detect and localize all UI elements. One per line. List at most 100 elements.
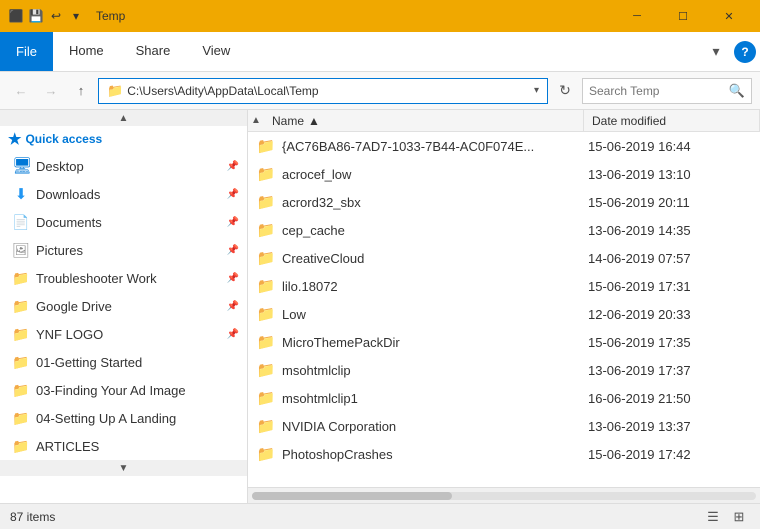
minimize-button[interactable]: ─ — [614, 0, 660, 32]
content-header: ▲ Name ▲ Date modified — [248, 110, 760, 132]
up-button[interactable]: ↑ — [68, 78, 94, 104]
file-icon: 📁 — [256, 389, 276, 407]
tab-home[interactable]: Home — [53, 32, 120, 71]
large-icons-view-button[interactable]: ⊞ — [728, 506, 750, 528]
pin-icon: 📌 — [227, 245, 239, 256]
undo-icon[interactable]: ↩ — [48, 8, 64, 24]
sidebar-item-icon: 📁 — [12, 410, 30, 427]
sidebar-item-label: YNF LOGO — [36, 327, 221, 342]
sidebar-item-label: ARTICLES — [36, 439, 239, 454]
file-date: 15-06-2019 20:11 — [588, 195, 760, 210]
save-icon[interactable]: 💾 — [28, 8, 44, 24]
titlebar-icons: ⬛ 💾 ↩ ▾ — [8, 8, 84, 24]
sidebar-item-label: 04-Setting Up A Landing — [36, 411, 239, 426]
sidebar-item-label: Documents — [36, 215, 221, 230]
help-button[interactable]: ? — [734, 41, 756, 63]
table-row[interactable]: 📁 cep_cache 13-06-2019 14:35 — [248, 216, 760, 244]
quick-access-label: Quick access — [25, 132, 102, 146]
search-input[interactable] — [589, 84, 725, 98]
column-name-header[interactable]: Name ▲ — [264, 110, 584, 131]
horizontal-scrollbar[interactable] — [248, 487, 760, 503]
sidebar-item[interactable]: 📁 04-Setting Up A Landing — [0, 404, 247, 432]
file-icon: 📁 — [256, 137, 276, 155]
file-menu-button[interactable]: File — [0, 32, 53, 71]
table-row[interactable]: 📁 msohtmlclip1 16-06-2019 21:50 — [248, 384, 760, 412]
window-title: Temp — [96, 9, 608, 23]
sort-icon: ▲ — [308, 114, 320, 128]
table-row[interactable]: 📁 acrord32_sbx 15-06-2019 20:11 — [248, 188, 760, 216]
back-button[interactable]: ← — [8, 78, 34, 104]
tab-share[interactable]: Share — [120, 32, 187, 71]
file-icon: 📁 — [256, 193, 276, 211]
scroll-thumb[interactable] — [252, 492, 452, 500]
sidebar-item-icon: 🖼 — [12, 242, 30, 259]
content-scroll-up: ▲ — [248, 110, 264, 132]
file-name: acrocef_low — [282, 167, 582, 182]
address-text: C:\Users\Adity\AppData\Local\Temp — [127, 84, 530, 98]
sidebar-item[interactable]: 📁 01-Getting Started — [0, 348, 247, 376]
address-dropdown-icon[interactable]: ▾ — [534, 85, 539, 96]
table-row[interactable]: 📁 acrocef_low 13-06-2019 13:10 — [248, 160, 760, 188]
sidebar-scroll-up[interactable]: ▲ — [0, 110, 247, 126]
scroll-track — [252, 492, 756, 500]
sidebar-item-icon: 📁 — [12, 382, 30, 399]
sidebar-item-label: 01-Getting Started — [36, 355, 239, 370]
quick-access-icon: ⬛ — [8, 8, 24, 24]
main-area: ▲ ★ Quick access 🖥 Desktop 📌 ⬇ Downloads… — [0, 110, 760, 503]
sidebar-scroll-down[interactable]: ▼ — [0, 460, 247, 476]
sidebar-item-label: Desktop — [36, 159, 221, 174]
sidebar-item[interactable]: ⬇ Downloads 📌 — [0, 180, 247, 208]
pin-icon: 📌 — [227, 329, 239, 340]
table-row[interactable]: 📁 CreativeCloud 14-06-2019 07:57 — [248, 244, 760, 272]
table-row[interactable]: 📁 PhotoshopCrashes 15-06-2019 17:42 — [248, 440, 760, 468]
address-box[interactable]: 📁 C:\Users\Adity\AppData\Local\Temp ▾ — [98, 78, 548, 104]
column-date-header[interactable]: Date modified — [584, 110, 760, 131]
table-row[interactable]: 📁 lilo.18072 15-06-2019 17:31 — [248, 272, 760, 300]
pin-icon: 📌 — [227, 217, 239, 228]
window-controls: ─ ☐ ✕ — [614, 0, 752, 32]
table-row[interactable]: 📁 NVIDIA Corporation 13-06-2019 13:37 — [248, 412, 760, 440]
dropdown-icon[interactable]: ▾ — [68, 8, 84, 24]
table-row[interactable]: 📁 msohtmlclip 13-06-2019 17:37 — [248, 356, 760, 384]
quick-access-header[interactable]: ★ Quick access — [0, 126, 247, 152]
tab-view[interactable]: View — [186, 32, 246, 71]
ribbon-collapse-button[interactable]: ▾ — [702, 38, 730, 66]
sidebar-item-icon: 📁 — [12, 270, 30, 287]
details-view-button[interactable]: ☰ — [702, 506, 724, 528]
sidebar-item-icon: 📁 — [12, 354, 30, 371]
sidebar-item-icon: ⬇ — [12, 185, 30, 203]
sidebar-item[interactable]: 📁 Troubleshooter Work 📌 — [0, 264, 247, 292]
close-button[interactable]: ✕ — [706, 0, 752, 32]
file-icon: 📁 — [256, 333, 276, 351]
file-name: Low — [282, 307, 582, 322]
file-name: cep_cache — [282, 223, 582, 238]
file-list: 📁 {AC76BA86-7AD7-1033-7B44-AC0F074E... 1… — [248, 132, 760, 487]
table-row[interactable]: 📁 Low 12-06-2019 20:33 — [248, 300, 760, 328]
table-row[interactable]: 📁 {AC76BA86-7AD7-1033-7B44-AC0F074E... 1… — [248, 132, 760, 160]
sidebar-item-label: 03-Finding Your Ad Image — [36, 383, 239, 398]
sidebar: ▲ ★ Quick access 🖥 Desktop 📌 ⬇ Downloads… — [0, 110, 248, 503]
sidebar-item[interactable]: 🖼 Pictures 📌 — [0, 236, 247, 264]
file-date: 13-06-2019 13:37 — [588, 419, 760, 434]
view-controls: ☰ ⊞ — [702, 506, 750, 528]
file-name: lilo.18072 — [282, 279, 582, 294]
file-date: 13-06-2019 17:37 — [588, 363, 760, 378]
sidebar-items: 🖥 Desktop 📌 ⬇ Downloads 📌 📄 Documents 📌 … — [0, 152, 247, 460]
maximize-button[interactable]: ☐ — [660, 0, 706, 32]
refresh-button[interactable]: ↻ — [552, 78, 578, 104]
file-icon: 📁 — [256, 417, 276, 435]
file-name: CreativeCloud — [282, 251, 582, 266]
file-date: 15-06-2019 17:35 — [588, 335, 760, 350]
sidebar-item[interactable]: 📁 03-Finding Your Ad Image — [0, 376, 247, 404]
sidebar-item[interactable]: 🖥 Desktop 📌 — [0, 152, 247, 180]
sidebar-item[interactable]: 📁 Google Drive 📌 — [0, 292, 247, 320]
search-box[interactable]: 🔍 — [582, 78, 752, 104]
sidebar-item[interactable]: 📁 ARTICLES — [0, 432, 247, 460]
forward-button[interactable]: → — [38, 78, 64, 104]
sidebar-item[interactable]: 📄 Documents 📌 — [0, 208, 247, 236]
table-row[interactable]: 📁 MicroThemePackDir 15-06-2019 17:35 — [248, 328, 760, 356]
sidebar-item[interactable]: 📁 YNF LOGO 📌 — [0, 320, 247, 348]
file-name: MicroThemePackDir — [282, 335, 582, 350]
star-icon: ★ — [8, 130, 21, 148]
sidebar-item-label: Pictures — [36, 243, 221, 258]
